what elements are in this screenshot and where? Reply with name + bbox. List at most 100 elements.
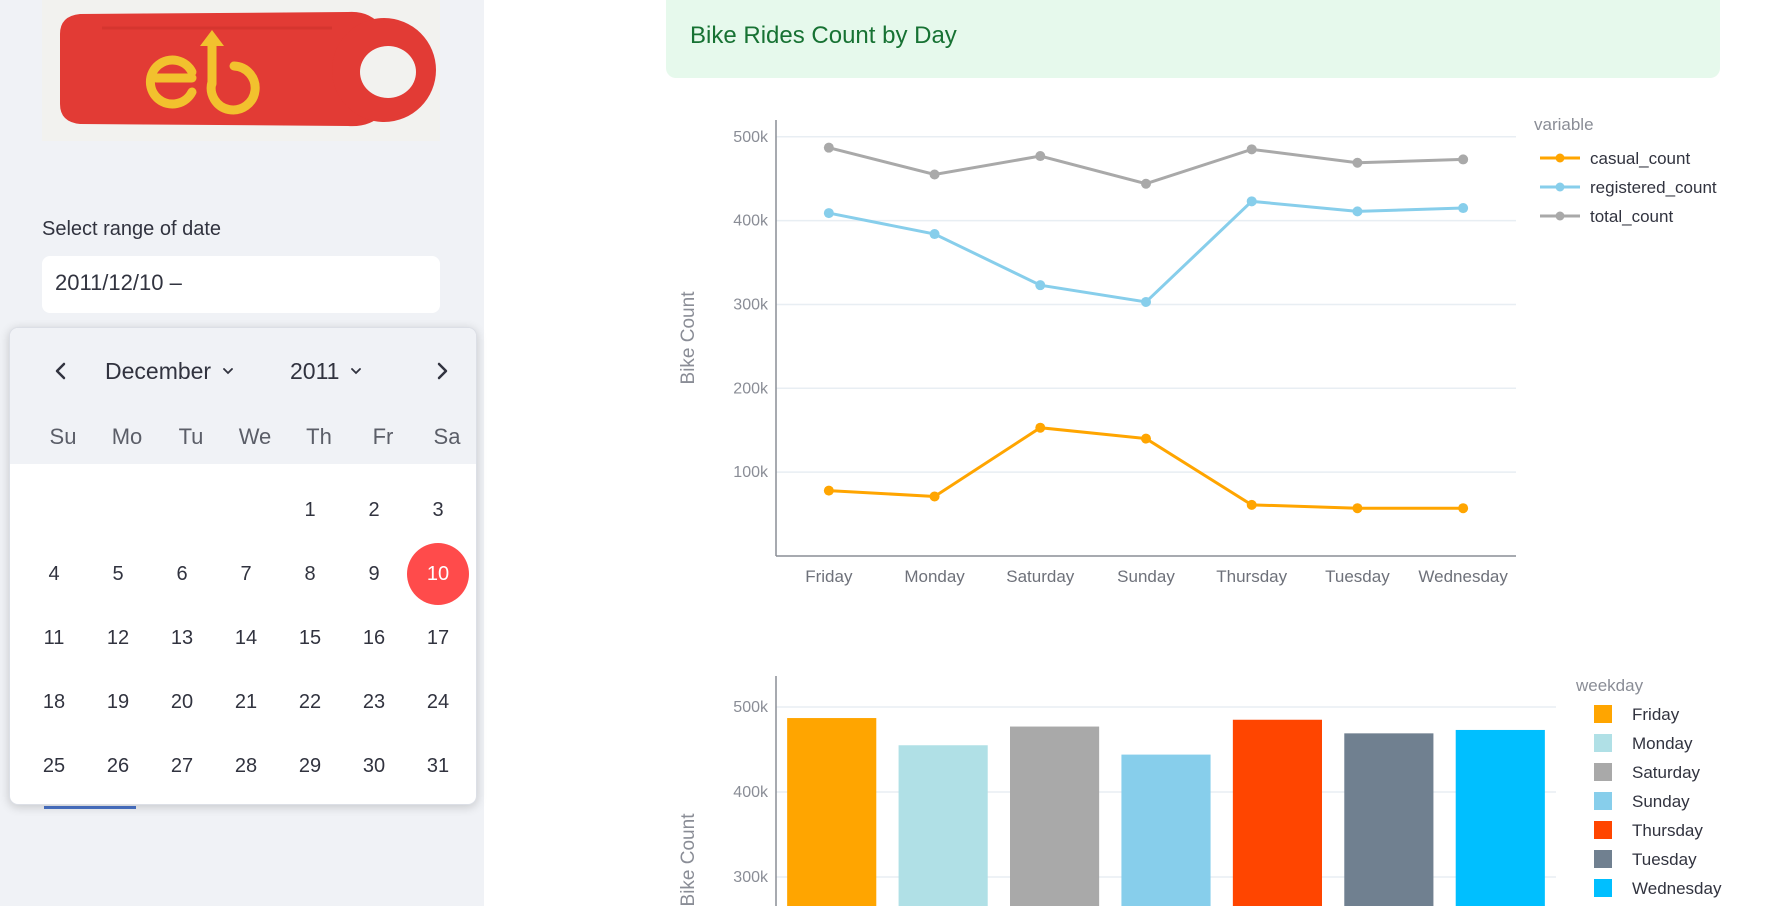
data-point-total_count [929, 169, 940, 180]
weekday-header: Th [306, 424, 332, 449]
x-tick-label: Wednesday [1418, 567, 1508, 586]
series-line-registered_count [828, 199, 1464, 304]
calendar-day[interactable]: 4 [24, 544, 84, 604]
calendar-day[interactable]: 26 [88, 736, 148, 796]
bar-wednesday [1455, 729, 1545, 906]
data-point-casual_count [823, 485, 834, 496]
month-select[interactable]: December [105, 354, 234, 388]
calendar-day[interactable]: 28 [216, 736, 276, 796]
data-point-total_count [1035, 151, 1046, 162]
x-tick-label: Tuesday [1325, 567, 1390, 586]
data-point-registered_count [1035, 280, 1046, 291]
calendar-day[interactable]: 11 [24, 608, 84, 668]
calendar-day[interactable]: 29 [280, 736, 340, 796]
next-month-button[interactable] [425, 354, 459, 388]
date-picker-popover: December 2011 Su Mo Tu We Th Fr Sa 1 2 3… [9, 327, 477, 805]
calendar-day[interactable]: 22 [280, 672, 340, 732]
calendar-day[interactable]: 16 [344, 608, 404, 668]
calendar-day[interactable]: 17 [408, 608, 468, 668]
calendar-day[interactable]: 23 [344, 672, 404, 732]
y-tick-label: 200k [733, 380, 769, 397]
legend-swatch-tuesday [1594, 850, 1612, 868]
data-point-registered_count [1141, 296, 1151, 307]
calendar-day[interactable]: 5 [88, 544, 148, 604]
calendar-day[interactable]: 19 [88, 672, 148, 732]
bar-friday [787, 718, 877, 906]
data-point-registered_count [929, 229, 940, 240]
chart-title-banner: Bike Rides Count by Day [666, 0, 1720, 78]
legend-label: Wednesday [1632, 879, 1722, 898]
data-point-casual_count [1141, 433, 1151, 444]
legend-label: Monday [1632, 734, 1693, 753]
calendar-day[interactable]: 15 [280, 608, 340, 668]
calendar-day[interactable]: 21 [216, 672, 276, 732]
calendar-header: December 2011 Su Mo Tu We Th Fr Sa [10, 328, 476, 464]
calendar-day-selected[interactable]: 10 [407, 543, 469, 605]
weekday-header: Sa [433, 424, 461, 449]
calendar-day[interactable]: 25 [24, 736, 84, 796]
previous-month-button[interactable] [44, 354, 78, 388]
chevron-left-icon [55, 362, 66, 380]
x-tick-label: Saturday [1006, 567, 1075, 586]
y-tick-label: 400k [733, 213, 769, 230]
chevron-right-icon [437, 362, 448, 380]
y-tick-label: 100k [733, 464, 769, 481]
calendar-day[interactable]: 7 [216, 544, 276, 604]
legend-label: registered_count [1590, 178, 1717, 197]
calendar-day[interactable]: 31 [408, 736, 468, 796]
calendar-day[interactable]: 20 [152, 672, 212, 732]
calendar-day[interactable]: 12 [88, 608, 148, 668]
legend-label: Sunday [1632, 792, 1690, 811]
legend-swatch-saturday [1594, 763, 1612, 781]
date-range-input[interactable]: 2011/12/10 – [42, 256, 440, 313]
legend-label: Tuesday [1632, 850, 1697, 869]
logo-image [42, 0, 440, 141]
series-line-total_count [828, 146, 1464, 186]
data-point-registered_count [823, 208, 834, 219]
legend-label: casual_count [1590, 149, 1690, 168]
calendar-day[interactable]: 27 [152, 736, 212, 796]
legend-marker-total_count [1555, 211, 1565, 221]
data-point-casual_count [1246, 499, 1257, 510]
calendar-day[interactable]: 2 [344, 480, 404, 540]
year-select[interactable]: 2011 [290, 354, 362, 388]
page-title: Bike Rides Count by Day [690, 22, 957, 49]
legend-swatch-sunday [1594, 792, 1612, 810]
weekday-header: We [238, 424, 272, 449]
date-range-label: Select range of date [42, 218, 222, 240]
calendar-day[interactable]: 18 [24, 672, 84, 732]
data-point-total_count [1458, 154, 1469, 165]
data-point-total_count [1141, 178, 1151, 189]
bar-thursday [1232, 719, 1322, 906]
bike-key-logo-icon [42, 0, 440, 141]
legend-title: weekday [1575, 676, 1644, 695]
weekday-header: Tu [178, 424, 204, 449]
legend-marker-casual_count [1555, 153, 1565, 163]
data-point-total_count [1246, 144, 1257, 155]
y-tick-label: 500k [733, 129, 769, 146]
legend-label: Friday [1632, 705, 1680, 724]
calendar-day[interactable]: 24 [408, 672, 468, 732]
chevron-down-icon [351, 368, 362, 375]
calendar-day[interactable]: 13 [152, 608, 212, 668]
legend-swatch-friday [1594, 705, 1612, 723]
y-tick-label: 400k [733, 784, 769, 801]
sidebar: Select range of date 2011/12/10 – Decemb… [0, 0, 484, 906]
calendar-day[interactable]: 1 [280, 480, 340, 540]
month-select-value: December [105, 357, 212, 384]
calendar-day[interactable]: 8 [280, 544, 340, 604]
calendar-day[interactable]: 14 [216, 608, 276, 668]
calendar-day[interactable]: 6 [152, 544, 212, 604]
y-tick-label: 500k [733, 699, 769, 716]
calendar-day[interactable]: 9 [344, 544, 404, 604]
calendar-day[interactable]: 30 [344, 736, 404, 796]
legend-label: total_count [1590, 207, 1673, 226]
legend-marker-registered_count [1555, 182, 1565, 192]
y-tick-label: 300k [733, 296, 769, 313]
calendar-day[interactable]: 3 [408, 480, 468, 540]
data-point-casual_count [1035, 422, 1046, 433]
legend-label: Saturday [1632, 763, 1701, 782]
data-point-casual_count [1352, 503, 1363, 514]
data-point-total_count [1352, 157, 1363, 168]
calendar-days-grid: 1 2 3 4 5 6 7 8 9 10 11 12 13 14 15 16 17 18 19 20 21 22 23 24 2… [10, 464, 476, 804]
